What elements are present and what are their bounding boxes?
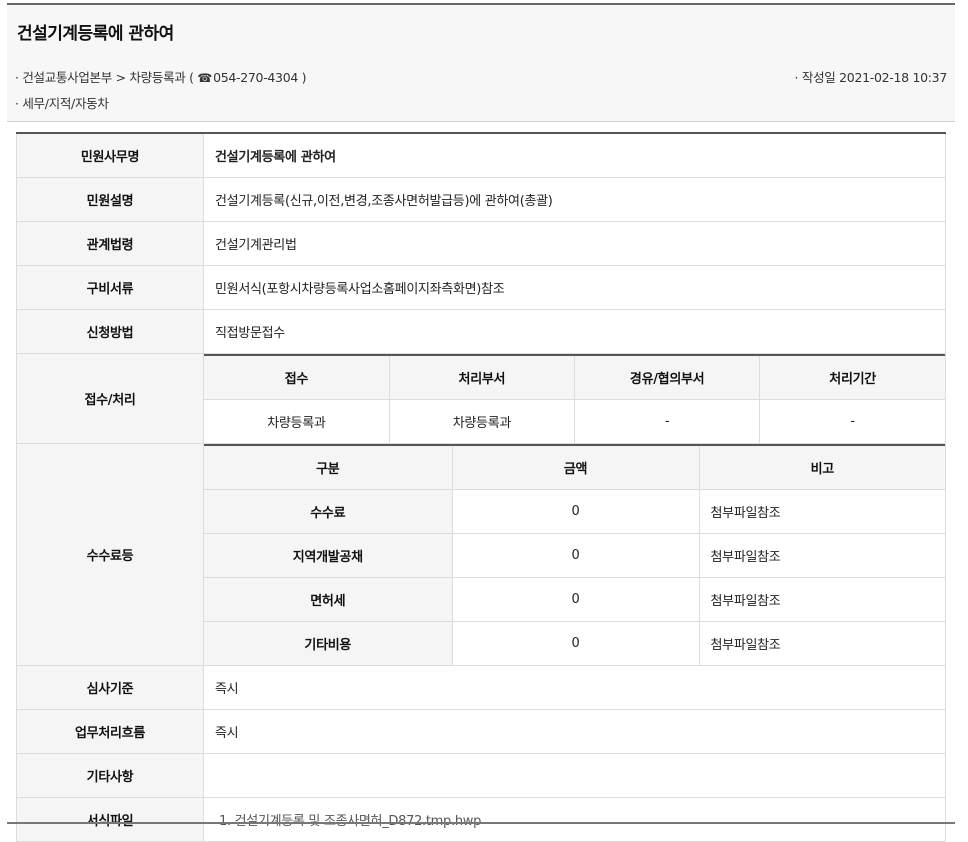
row-label: 기타사항: [16, 753, 204, 798]
form-file-cell: 1. 건설기계등록 및 조종사면허_D872.tmp.hwp: [203, 797, 946, 842]
fee-type: 지역개발공채: [204, 533, 453, 578]
row-label: 민원설명: [16, 177, 204, 222]
fee-row: 기타비용 0 첨부파일참조: [204, 621, 945, 665]
table-row: 접수/처리 접수 처리부서 경유/협의부서 처리기간 차량등록과 차량등록과 -…: [16, 353, 946, 444]
processing-dept: 차량등록과: [389, 399, 576, 443]
fee-note: 첨부파일참조: [699, 577, 945, 622]
page-header: 건설기계등록에 관하여 · 건설교통사업본부 > 차량등록과 ( ☎054-27…: [7, 3, 955, 122]
table-row: 신청방법 직접방문접수: [16, 309, 946, 354]
process-cell: 접수 처리부서 경유/협의부서 처리기간 차량등록과 차량등록과 - -: [203, 353, 946, 444]
phone-icon: ☎: [197, 71, 213, 85]
process-header-row: 접수 처리부서 경유/협의부서 처리기간: [204, 355, 945, 400]
row-label: 업무처리흐름: [16, 709, 204, 754]
column-header: 구분: [204, 445, 453, 490]
table-row: 업무처리흐름 즉시: [16, 709, 946, 754]
processing-period: -: [850, 414, 855, 429]
civil-affairs-table: 민원사무명 건설기계등록에 관하여 민원설명 건설기계등록(신규,이전,변경,조…: [16, 132, 946, 842]
row-label: 관계법령: [16, 221, 204, 266]
review-criteria: 즉시: [203, 665, 946, 710]
table-row: 관계법령 건설기계관리법: [16, 221, 946, 266]
row-label: 심사기준: [16, 665, 204, 710]
fee-note: 첨부파일참조: [699, 489, 945, 534]
fee-row: 면허세 0 첨부파일참조: [204, 577, 945, 622]
row-label: 접수/처리: [16, 353, 204, 444]
table-row: 구비서류 민원서식(포항시차량등록사업소홈페이지좌측화면)참조: [16, 265, 946, 310]
column-header: 접수: [204, 355, 390, 400]
civil-affair-description: 건설기계등록(신규,이전,변경,조종사면허발급등)에 관하여(총괄): [203, 177, 946, 222]
process-table: 접수 처리부서 경유/협의부서 처리기간 차량등록과 차량등록과 - -: [204, 354, 945, 443]
fee-amount: 0: [452, 621, 700, 665]
civil-affair-name: 건설기계등록에 관하여: [203, 133, 946, 178]
table-row: 민원사무명 건설기계등록에 관하여: [16, 133, 946, 178]
process-value-row: 차량등록과 차량등록과 - -: [204, 399, 945, 443]
other-notes: [203, 753, 946, 798]
table-row: 서식파일 1. 건설기계등록 및 조종사면허_D872.tmp.hwp: [16, 797, 946, 842]
row-label: 신청방법: [16, 309, 204, 354]
row-label: 구비서류: [16, 265, 204, 310]
table-row: 기타사항: [16, 753, 946, 798]
required-documents: 민원서식(포항시차량등록사업소홈페이지좌측화면)참조: [203, 265, 946, 310]
category-label: · 세무/지적/자동차: [15, 96, 109, 111]
fee-amount: 0: [452, 533, 700, 578]
column-header: 금액: [452, 445, 700, 490]
fees-table: 구분 금액 비고 수수료 0 첨부파일참조 지역개발공채 0 첨부파일참조 면허…: [204, 444, 945, 665]
reception-dept: 차량등록과: [204, 399, 390, 443]
fees-header-row: 구분 금액 비고: [204, 445, 945, 490]
row-label: 서식파일: [16, 797, 204, 842]
column-header: 처리부서: [389, 355, 576, 400]
phone-number: 054-270-4304 ): [213, 70, 307, 85]
column-header: 처리기간: [759, 355, 945, 400]
consultation-dept: -: [574, 399, 761, 443]
table-row: 수수료등 구분 금액 비고 수수료 0 첨부파일참조 지역개발공채 0 첨부파일…: [16, 443, 946, 666]
fee-amount: 0: [452, 577, 700, 622]
table-row: 민원설명 건설기계등록(신규,이전,변경,조종사면허발급등)에 관하여(총괄): [16, 177, 946, 222]
column-header: 비고: [699, 445, 945, 490]
fee-note: 첨부파일참조: [699, 533, 945, 578]
department-info: · 건설교통사업본부 > 차량등록과 ( ☎054-270-4304 ): [15, 67, 307, 86]
workflow: 즉시: [203, 709, 946, 754]
fee-row: 지역개발공채 0 첨부파일참조: [204, 533, 945, 578]
row-label: 민원사무명: [16, 133, 204, 178]
application-method: 직접방문접수: [203, 309, 946, 354]
created-date: · 작성일 2021-02-18 10:37: [794, 70, 948, 85]
fee-note: 첨부파일참조: [710, 638, 781, 653]
page-title: 건설기계등록에 관하여: [17, 24, 174, 44]
table-row: 심사기준 즉시: [16, 665, 946, 710]
fee-type: 수수료: [204, 489, 453, 534]
bottom-divider: [7, 822, 955, 824]
related-law: 건설기계관리법: [203, 221, 946, 266]
row-label: 수수료등: [16, 443, 204, 666]
fee-row: 수수료 0 첨부파일참조: [204, 489, 945, 534]
column-header: 경유/협의부서: [574, 355, 761, 400]
department-path: · 건설교통사업본부 > 차량등록과 (: [15, 70, 198, 85]
fees-cell: 구분 금액 비고 수수료 0 첨부파일참조 지역개발공채 0 첨부파일참조 면허…: [203, 443, 946, 666]
fee-amount: 0: [452, 489, 700, 534]
fee-type: 기타비용: [204, 621, 453, 665]
fee-type: 면허세: [204, 577, 453, 622]
